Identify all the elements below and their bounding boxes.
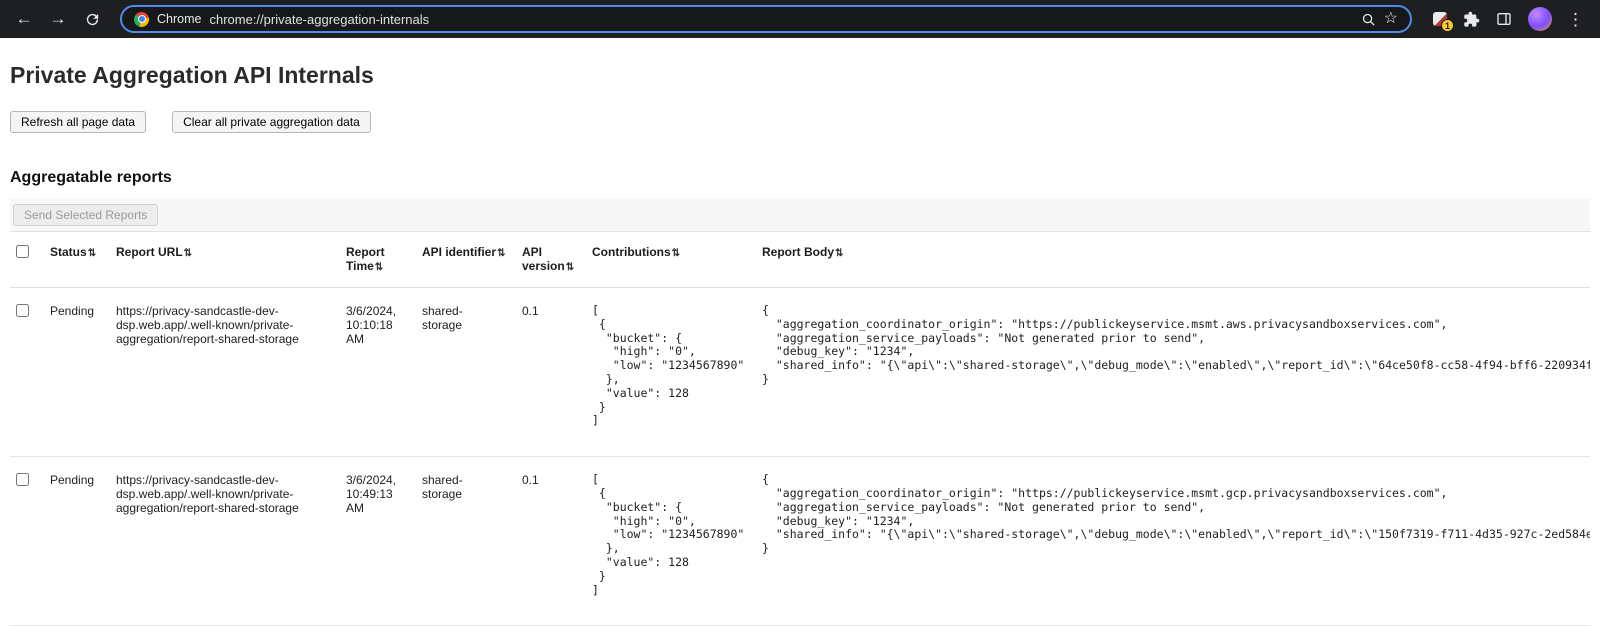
report-time-cell: 3/6/2024, 10:10:18 AM: [346, 288, 422, 457]
report-url-cell: https://privacy-sandcastle-dev-dsp.web.a…: [116, 457, 346, 626]
page-actions: Refresh all page data Clear all private …: [10, 111, 1590, 133]
url-text[interactable]: chrome://private-aggregation-internals: [209, 12, 1352, 27]
api-version-cell: 0.1: [522, 288, 592, 457]
report-body-cell: { "aggregation_coordinator_origin": "htt…: [762, 457, 1590, 626]
aggregatable-reports-table: Status⇅ Report URL⇅ Report Time⇅ API ide…: [10, 231, 1590, 626]
extension-badge: 1: [1441, 19, 1454, 32]
sort-icon: ⇅: [835, 248, 843, 259]
reload-icon-svg: [84, 11, 101, 28]
contributions-cell: [ { "bucket": { "high": "0", "low": "123…: [592, 288, 762, 457]
header-report-body[interactable]: Report Body⇅: [762, 232, 1590, 288]
bookmark-star-icon[interactable]: ☆: [1384, 11, 1398, 27]
clear-all-button[interactable]: Clear all private aggregation data: [172, 111, 371, 133]
refresh-all-button[interactable]: Refresh all page data: [10, 111, 146, 133]
profile-avatar[interactable]: [1528, 7, 1552, 31]
search-icon-svg: [1361, 12, 1376, 27]
status-cell: Pending: [50, 288, 116, 457]
status-cell: Pending: [50, 457, 116, 626]
contributions-cell: [ { "bucket": { "high": "0", "low": "123…: [592, 457, 762, 626]
extensions-puzzle-icon[interactable]: [1463, 11, 1480, 28]
chrome-logo-icon: [134, 12, 149, 27]
report-url-cell: https://privacy-sandcastle-dev-dsp.web.a…: [116, 288, 346, 457]
select-all-checkbox[interactable]: [16, 245, 29, 258]
row-checkbox[interactable]: [16, 473, 29, 486]
sort-icon: ⇅: [375, 262, 383, 273]
api-identifier-cell: shared-storage: [422, 457, 522, 626]
send-selected-reports-button[interactable]: Send Selected Reports: [13, 204, 158, 226]
header-api-identifier[interactable]: API identifier⇅: [422, 232, 522, 288]
header-report-time[interactable]: Report Time⇅: [346, 232, 422, 288]
api-identifier-cell: shared-storage: [422, 288, 522, 457]
table-row[interactable]: Pending https://privacy-sandcastle-dev-d…: [10, 288, 1590, 457]
header-contributions[interactable]: Contributions⇅: [592, 232, 762, 288]
sort-icon: ⇅: [88, 248, 96, 259]
toolbar-right-cluster: 1 ⋮: [1426, 7, 1590, 31]
puzzle-icon-svg: [1463, 11, 1480, 28]
forward-icon[interactable]: →: [44, 5, 72, 33]
pinned-extension-icon[interactable]: 1: [1432, 11, 1448, 27]
sort-icon: ⇅: [184, 248, 192, 259]
reload-icon[interactable]: [78, 5, 106, 33]
send-reports-bar: Send Selected Reports: [10, 199, 1590, 231]
browser-menu-icon[interactable]: ⋮: [1567, 11, 1584, 28]
page-content: Private Aggregation API Internals Refres…: [0, 62, 1600, 626]
table-row[interactable]: Pending https://privacy-sandcastle-dev-d…: [10, 457, 1590, 626]
site-label: Chrome: [157, 12, 201, 26]
header-status[interactable]: Status⇅: [50, 232, 116, 288]
sort-icon: ⇅: [566, 262, 574, 273]
header-api-version[interactable]: API version⇅: [522, 232, 592, 288]
search-icon[interactable]: [1361, 12, 1376, 27]
row-checkbox[interactable]: [16, 304, 29, 317]
sort-icon: ⇅: [672, 248, 680, 259]
back-icon[interactable]: ←: [10, 5, 38, 33]
header-report-url[interactable]: Report URL⇅: [116, 232, 346, 288]
address-bar[interactable]: Chrome chrome://private-aggregation-inte…: [120, 5, 1412, 33]
api-version-cell: 0.1: [522, 457, 592, 626]
report-body-cell: { "aggregation_coordinator_origin": "htt…: [762, 288, 1590, 457]
table-header-row: Status⇅ Report URL⇅ Report Time⇅ API ide…: [10, 232, 1590, 288]
sort-icon: ⇅: [497, 248, 505, 259]
section-title: Aggregatable reports: [10, 169, 1590, 187]
browser-toolbar: ← → Chrome chrome://private-aggregation-…: [0, 0, 1600, 38]
page-title: Private Aggregation API Internals: [10, 62, 1590, 89]
report-time-cell: 3/6/2024, 10:49:13 AM: [346, 457, 422, 626]
side-panel-icon[interactable]: [1495, 11, 1513, 27]
side-panel-icon-svg: [1495, 11, 1513, 27]
